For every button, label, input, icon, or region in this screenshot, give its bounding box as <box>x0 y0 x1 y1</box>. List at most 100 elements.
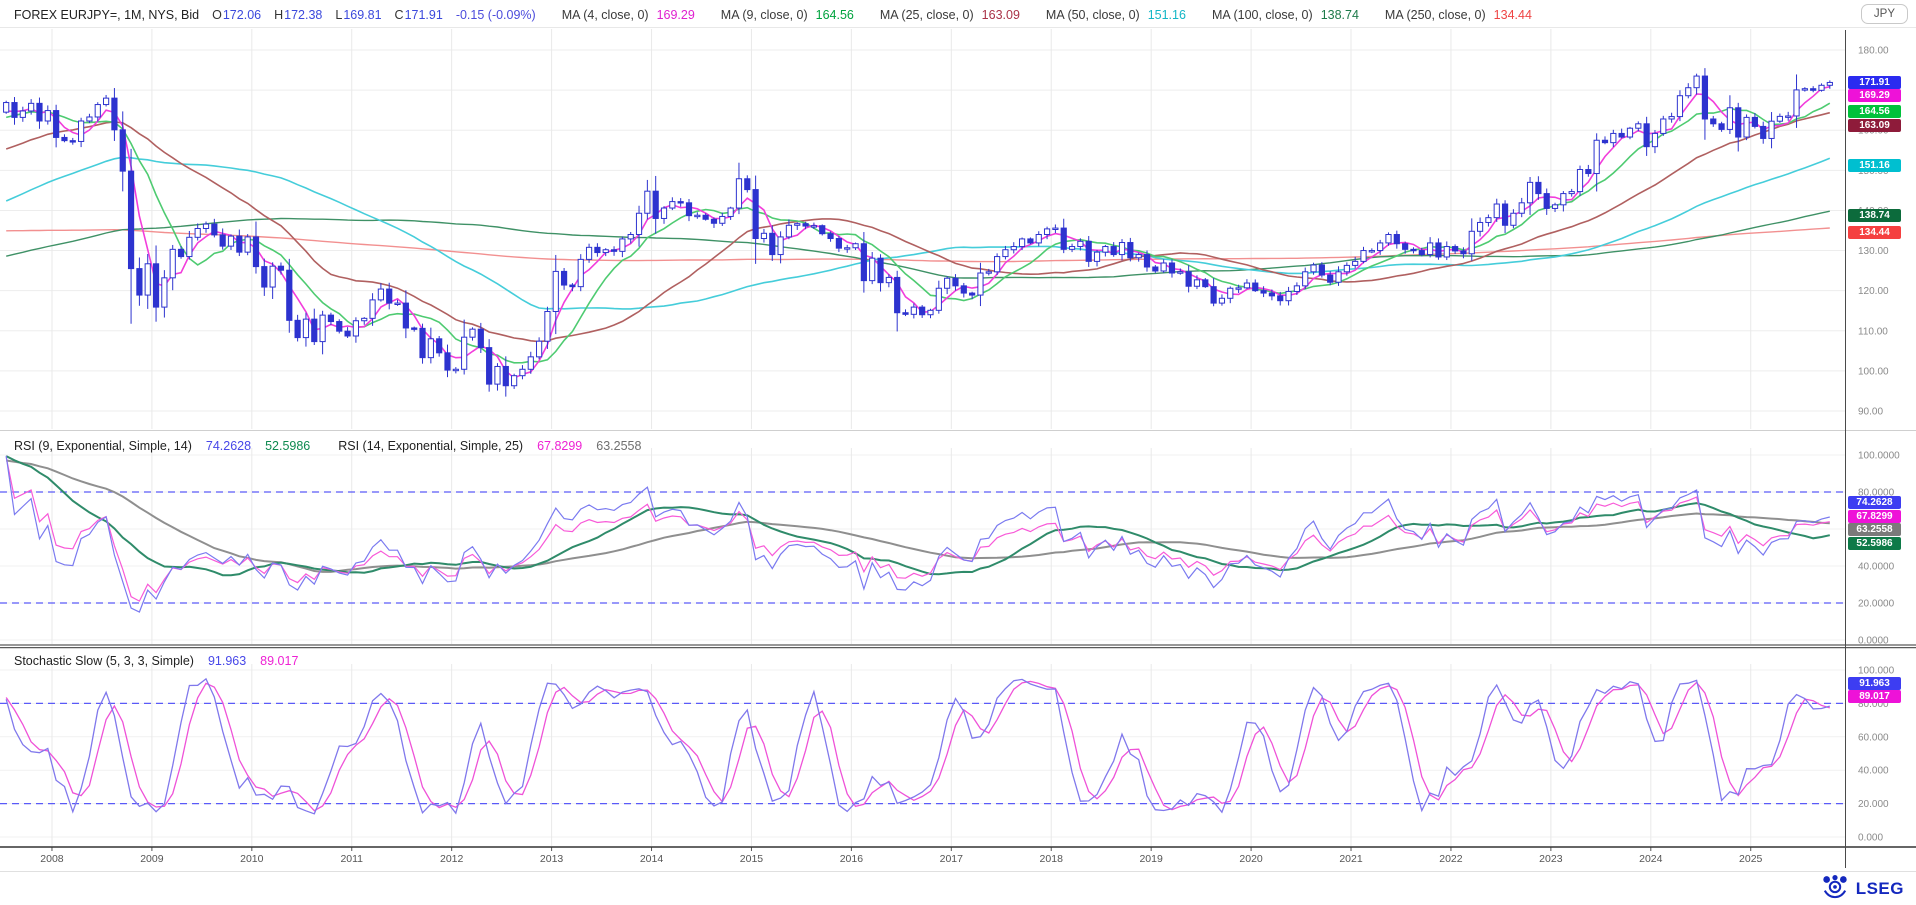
candle-body <box>1436 243 1441 257</box>
candle-body <box>1627 128 1632 137</box>
candle-body <box>1544 194 1549 209</box>
net-change: -0.15 (-0.09%) <box>456 8 536 22</box>
low-field: L169.81 <box>335 8 381 22</box>
axis-value-badge: 138.74 <box>1848 209 1901 222</box>
rsi-panel[interactable] <box>0 456 1845 612</box>
candle-body <box>1669 117 1674 119</box>
candle-body <box>745 179 750 190</box>
candle-body <box>1711 119 1716 124</box>
candle-body <box>37 103 42 121</box>
candle-body <box>1686 88 1691 96</box>
candle-body <box>928 310 933 314</box>
candle-body <box>1752 117 1757 126</box>
candle-body <box>420 328 425 357</box>
year-axis-label: 2013 <box>530 853 574 865</box>
candle-body <box>1111 247 1116 255</box>
year-axis-label: 2017 <box>929 853 973 865</box>
rsi-9-ma-14-line <box>6 456 1830 575</box>
rsi-axis-label: 40.0000 <box>1858 562 1895 573</box>
ma-100-legend: MA (100, close, 0)138.74 <box>1212 8 1359 22</box>
candle-body <box>811 226 816 227</box>
candle-body <box>628 235 633 239</box>
candle-body <box>1128 243 1133 258</box>
year-axis-label: 2021 <box>1329 853 1373 865</box>
candle-body <box>395 303 400 304</box>
stochastic-axis-label: 40.000 <box>1858 766 1889 777</box>
candle-body <box>1644 124 1649 147</box>
axis-value-badge: 164.56 <box>1848 105 1901 118</box>
candle-body <box>1428 243 1433 255</box>
candle-body <box>1453 247 1458 251</box>
axis-value-badge: 52.5986 <box>1848 537 1901 550</box>
ma-250-legend: MA (250, close, 0)134.44 <box>1385 8 1532 22</box>
candle-body <box>1561 194 1566 205</box>
candle-body <box>553 271 558 311</box>
rsi-axis-label: 100.0000 <box>1858 451 1900 462</box>
rsi-14-value: 67.8299 <box>537 439 582 453</box>
brand-name: LSEG <box>1856 879 1904 899</box>
candle-body <box>1527 182 1532 202</box>
axis-value-badge: 134.44 <box>1848 226 1901 239</box>
year-axis-label: 2022 <box>1429 853 1473 865</box>
year-axis-label: 2025 <box>1729 853 1773 865</box>
candle-body <box>1369 251 1374 252</box>
candle-body <box>79 121 84 141</box>
candle-body <box>1311 265 1316 272</box>
candle-body <box>878 258 883 282</box>
candle-body <box>561 271 566 285</box>
year-axis-label: 2009 <box>130 853 174 865</box>
year-axis-label: 2018 <box>1029 853 1073 865</box>
price-axis-label: 100.00 <box>1858 366 1889 377</box>
stochastic-axis-label: 60.000 <box>1858 732 1889 743</box>
candle-body <box>1019 239 1024 247</box>
candle-body <box>753 190 758 239</box>
candle-body <box>1602 140 1607 142</box>
currency-chip[interactable]: JPY <box>1861 4 1908 24</box>
candle-body <box>545 312 550 342</box>
candle-body <box>1661 119 1666 133</box>
candle-body <box>228 236 233 246</box>
candle-body <box>462 337 467 369</box>
candle-body <box>70 141 75 142</box>
ma-50-line <box>6 157 1830 309</box>
candle-body <box>1469 231 1474 253</box>
candle-body <box>1536 182 1541 193</box>
candle-body <box>736 179 741 208</box>
candle-body <box>1736 108 1741 137</box>
candle-body <box>686 203 691 216</box>
candle-body <box>1344 265 1349 271</box>
candle-body <box>1269 293 1274 296</box>
candle-body <box>345 331 350 336</box>
candle-body <box>1636 124 1641 128</box>
candle-body <box>1719 124 1724 130</box>
candle-body <box>1619 133 1624 137</box>
year-axis-label: 2016 <box>829 853 873 865</box>
candle-body <box>1444 247 1449 257</box>
candle-body <box>1694 76 1699 88</box>
axis-value-badge: 91.963 <box>1848 677 1901 690</box>
stochastic-panel[interactable] <box>0 679 1845 814</box>
candle-body <box>170 249 175 277</box>
candle-body <box>1702 76 1707 119</box>
candle-body <box>1336 272 1341 282</box>
candle-body <box>861 244 866 281</box>
candle-body <box>103 98 108 104</box>
candle-body <box>1286 291 1291 300</box>
year-axis-label: 2020 <box>1229 853 1273 865</box>
axis-value-badge: 74.2628 <box>1848 496 1901 509</box>
stochastic-k-value: 91.963 <box>208 654 246 668</box>
main-panel[interactable] <box>4 68 1833 396</box>
candle-body <box>487 348 492 385</box>
stochastic-label: Stochastic Slow (5, 3, 3, Simple) <box>14 654 194 668</box>
candle-body <box>611 250 616 252</box>
price-axis-label: 120.00 <box>1858 286 1889 297</box>
rsi-9-line <box>6 456 1830 612</box>
candle-body <box>1461 251 1466 254</box>
candle-body <box>1394 235 1399 244</box>
ma-25-legend: MA (25, close, 0)163.09 <box>880 8 1020 22</box>
candle-body <box>945 278 950 288</box>
candle-body <box>986 272 991 273</box>
candle-body <box>237 236 242 252</box>
candle-body <box>1144 255 1149 267</box>
candle-body <box>620 239 625 251</box>
